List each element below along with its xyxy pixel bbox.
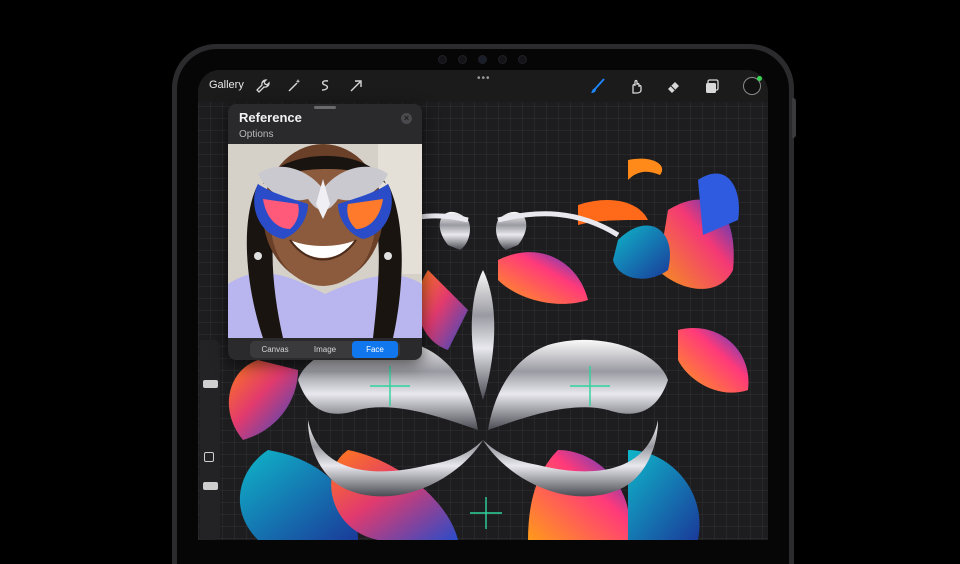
sensor-icon	[518, 55, 527, 64]
selection-icon[interactable]	[316, 77, 334, 95]
magic-wand-icon[interactable]	[285, 77, 303, 95]
brush-sidebar	[200, 340, 220, 540]
eraser-icon[interactable]	[665, 77, 683, 95]
procreate-screen: Gallery ••• Reference Options × Canvas I…	[198, 70, 768, 540]
mode-face-button[interactable]: Face	[352, 341, 398, 358]
brush-icon[interactable]	[589, 77, 607, 95]
transform-arrow-icon[interactable]	[347, 77, 365, 95]
layers-icon[interactable]	[703, 77, 721, 95]
smudge-icon[interactable]	[627, 77, 645, 95]
close-icon[interactable]: ×	[401, 113, 412, 124]
reference-mode-selector: Canvas Image Face	[250, 341, 400, 358]
more-options-icon[interactable]: •••	[477, 73, 491, 84]
reference-title: Reference	[239, 110, 302, 125]
sensor-icon	[438, 55, 447, 64]
camera-bar	[436, 52, 532, 64]
wrench-icon[interactable]	[254, 77, 272, 95]
sensor-icon	[498, 55, 507, 64]
sensor-icon	[458, 55, 467, 64]
color-picker-button[interactable]	[743, 76, 762, 95]
reference-panel[interactable]: Reference Options × Canvas Image Face	[228, 104, 422, 360]
gallery-button[interactable]: Gallery	[209, 79, 244, 91]
panel-grabber[interactable]	[314, 106, 336, 109]
modify-button[interactable]	[204, 452, 214, 462]
brush-size-slider[interactable]	[203, 380, 218, 388]
mode-image-button[interactable]: Image	[302, 341, 348, 358]
opacity-slider[interactable]	[203, 482, 218, 490]
face-camera-preview	[228, 144, 422, 338]
top-toolbar: Gallery •••	[198, 70, 768, 102]
reference-options-link[interactable]: Options	[239, 129, 273, 140]
mode-canvas-button[interactable]: Canvas	[252, 341, 298, 358]
hardware-button	[792, 98, 796, 138]
camera-icon	[478, 55, 487, 64]
